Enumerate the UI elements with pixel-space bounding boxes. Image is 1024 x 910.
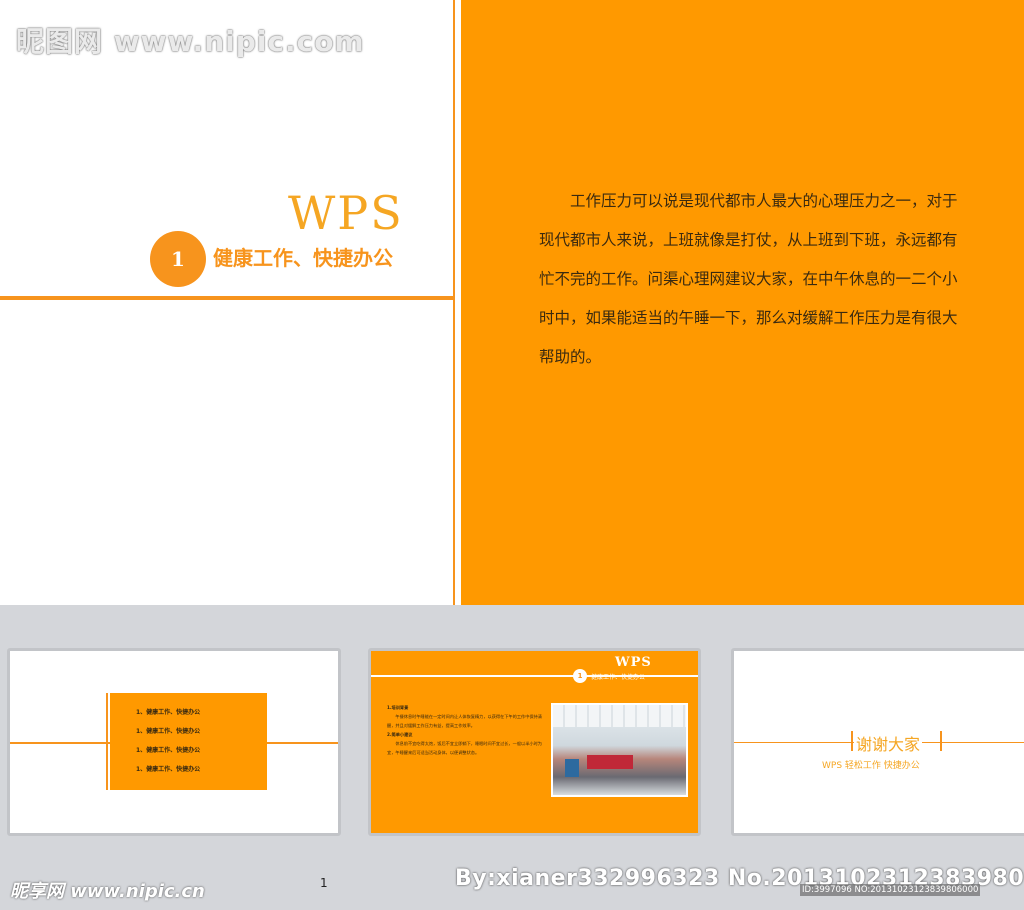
divider-line	[0, 296, 455, 300]
thanks-subtitle: WPS 轻松工作 快捷办公	[822, 761, 920, 771]
body-line: 忙不完的工作。问渠心理网建议大家，在中午休息的一二个小	[539, 270, 958, 288]
body-text: 工作压力可以说是现代都市人最大的心理压力之一，对于 现代都市人来说，上班就像是打…	[539, 182, 1024, 377]
toc-item: 1、健康工作、快捷办公	[136, 728, 201, 735]
thumb-heading: 1.培训背景	[387, 705, 409, 710]
watermark-top: 昵图网 www.nipic.com	[16, 25, 365, 58]
body-line: 时中，如果能适当的午睡一下，那么对缓解工作压力是有很大	[539, 309, 958, 327]
body-line: 帮助的。	[539, 348, 602, 366]
number-badge: 1	[150, 231, 206, 287]
thanks-title: 谢谢大家	[854, 731, 923, 755]
toc-item: 1、健康工作、快捷办公	[136, 747, 201, 754]
thumb-heading: 2.简单小建议	[387, 732, 413, 737]
page-number: 1	[320, 876, 328, 890]
photo-sofa	[587, 755, 633, 769]
thumb-subtitle: 健康工作、快捷办公	[591, 674, 646, 681]
divider-line	[371, 675, 698, 677]
thumbnail-slide-toc[interactable]: 1、健康工作、快捷办公 1、健康工作、快捷办公 1、健康工作、快捷办公 1、健康…	[7, 648, 341, 836]
toc-list: 1、健康工作、快捷办公 1、健康工作、快捷办公 1、健康工作、快捷办公 1、健康…	[136, 707, 200, 783]
toc-item: 1、健康工作、快捷办公	[136, 709, 201, 716]
thumb-title: WPS	[615, 655, 652, 670]
slide-subtitle: 健康工作、快捷办公	[213, 246, 393, 270]
thumbnail-slide-thanks[interactable]: 谢谢大家 WPS 轻松工作 快捷办公	[731, 648, 1024, 836]
watermark-bottom-left: 昵享网 www.nipic.cn	[10, 881, 205, 902]
body-line: 现代都市人来说，上班就像是打仗，从上班到下班，永远都有	[539, 231, 958, 249]
thumb-paragraph: 午餐休息时午睡能在一定时间内让人体恢复精力，以获得在下午的工作中保持清醒，并且对…	[387, 714, 542, 728]
slide-title-panel	[0, 0, 455, 605]
thumb-body: 1.培训背景 午餐休息时午睡能在一定时间内让人体恢复精力，以获得在下午的工作中保…	[387, 703, 547, 757]
toc-box: 1、健康工作、快捷办公 1、健康工作、快捷办公 1、健康工作、快捷办公 1、健康…	[106, 693, 267, 790]
slide-text-panel: 工作压力可以说是现代都市人最大的心理压力之一，对于 现代都市人来说，上班就像是打…	[461, 0, 1024, 605]
watermark-id: ID:3997096 NO:20131023123839806000	[800, 884, 981, 896]
photo-chair	[565, 759, 579, 777]
slide-title: WPS	[288, 186, 404, 240]
bracket-right	[940, 731, 942, 751]
thumbnail-slide-content[interactable]: WPS 1 健康工作、快捷办公 1.培训背景 午餐休息时午睡能在一定时间内让人体…	[368, 648, 701, 836]
photo-ceiling	[553, 705, 686, 727]
office-photo	[551, 703, 688, 797]
bracket-left	[851, 731, 853, 751]
toc-item: 1、健康工作、快捷办公	[136, 766, 201, 773]
number-badge: 1	[573, 669, 587, 683]
thumb-paragraph: 休息前不宜吃得太饱，饭后不宜立即躺下，睡眠时间不宜过长，一般以半小时为宜，午睡醒…	[387, 741, 542, 755]
divider-line	[106, 693, 108, 790]
body-line: 工作压力可以说是现代都市人最大的心理压力之一，对于	[570, 192, 958, 210]
